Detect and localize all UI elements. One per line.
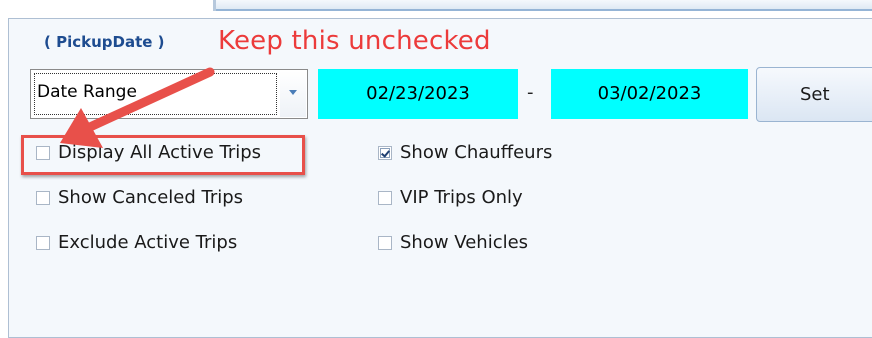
option-exclude-active-trips[interactable]: Exclude Active Trips bbox=[36, 232, 237, 253]
date-mode-value: Date Range bbox=[37, 82, 137, 102]
checkbox[interactable] bbox=[36, 235, 50, 250]
top-ribbon-bar bbox=[213, 0, 872, 11]
set-button[interactable]: Set bbox=[756, 67, 872, 122]
start-date-input[interactable]: 02/23/2023 bbox=[318, 69, 518, 119]
option-show-canceled-trips[interactable]: Show Canceled Trips bbox=[36, 187, 243, 208]
option-label: Show Canceled Trips bbox=[58, 187, 244, 208]
end-date-input[interactable]: 03/02/2023 bbox=[551, 69, 748, 119]
checkbox-checked[interactable] bbox=[378, 145, 392, 160]
chevron-down-icon bbox=[289, 90, 297, 95]
option-label: Exclude Active Trips bbox=[58, 232, 238, 253]
filter-panel bbox=[8, 18, 872, 338]
checkbox[interactable] bbox=[378, 235, 392, 250]
annotation-text: Keep this unchecked bbox=[218, 26, 491, 56]
option-show-chauffeurs[interactable]: Show Chauffeurs bbox=[378, 142, 552, 163]
checkbox[interactable] bbox=[36, 190, 50, 205]
annotation-highlight-box bbox=[21, 135, 305, 175]
dropdown-button[interactable] bbox=[280, 71, 306, 117]
option-label: Show Vehicles bbox=[400, 232, 529, 253]
checkbox[interactable] bbox=[378, 190, 392, 205]
group-label: ( PickupDate ) bbox=[44, 33, 165, 51]
date-mode-select[interactable]: Date Range bbox=[30, 69, 308, 119]
ribbon-edge bbox=[213, 0, 216, 11]
option-label: Show Chauffeurs bbox=[400, 142, 553, 163]
checkmark-icon bbox=[380, 147, 390, 158]
date-range-separator: - bbox=[527, 82, 534, 103]
option-show-vehicles[interactable]: Show Vehicles bbox=[378, 232, 528, 253]
option-label: VIP Trips Only bbox=[400, 187, 523, 208]
option-vip-trips-only[interactable]: VIP Trips Only bbox=[378, 187, 523, 208]
